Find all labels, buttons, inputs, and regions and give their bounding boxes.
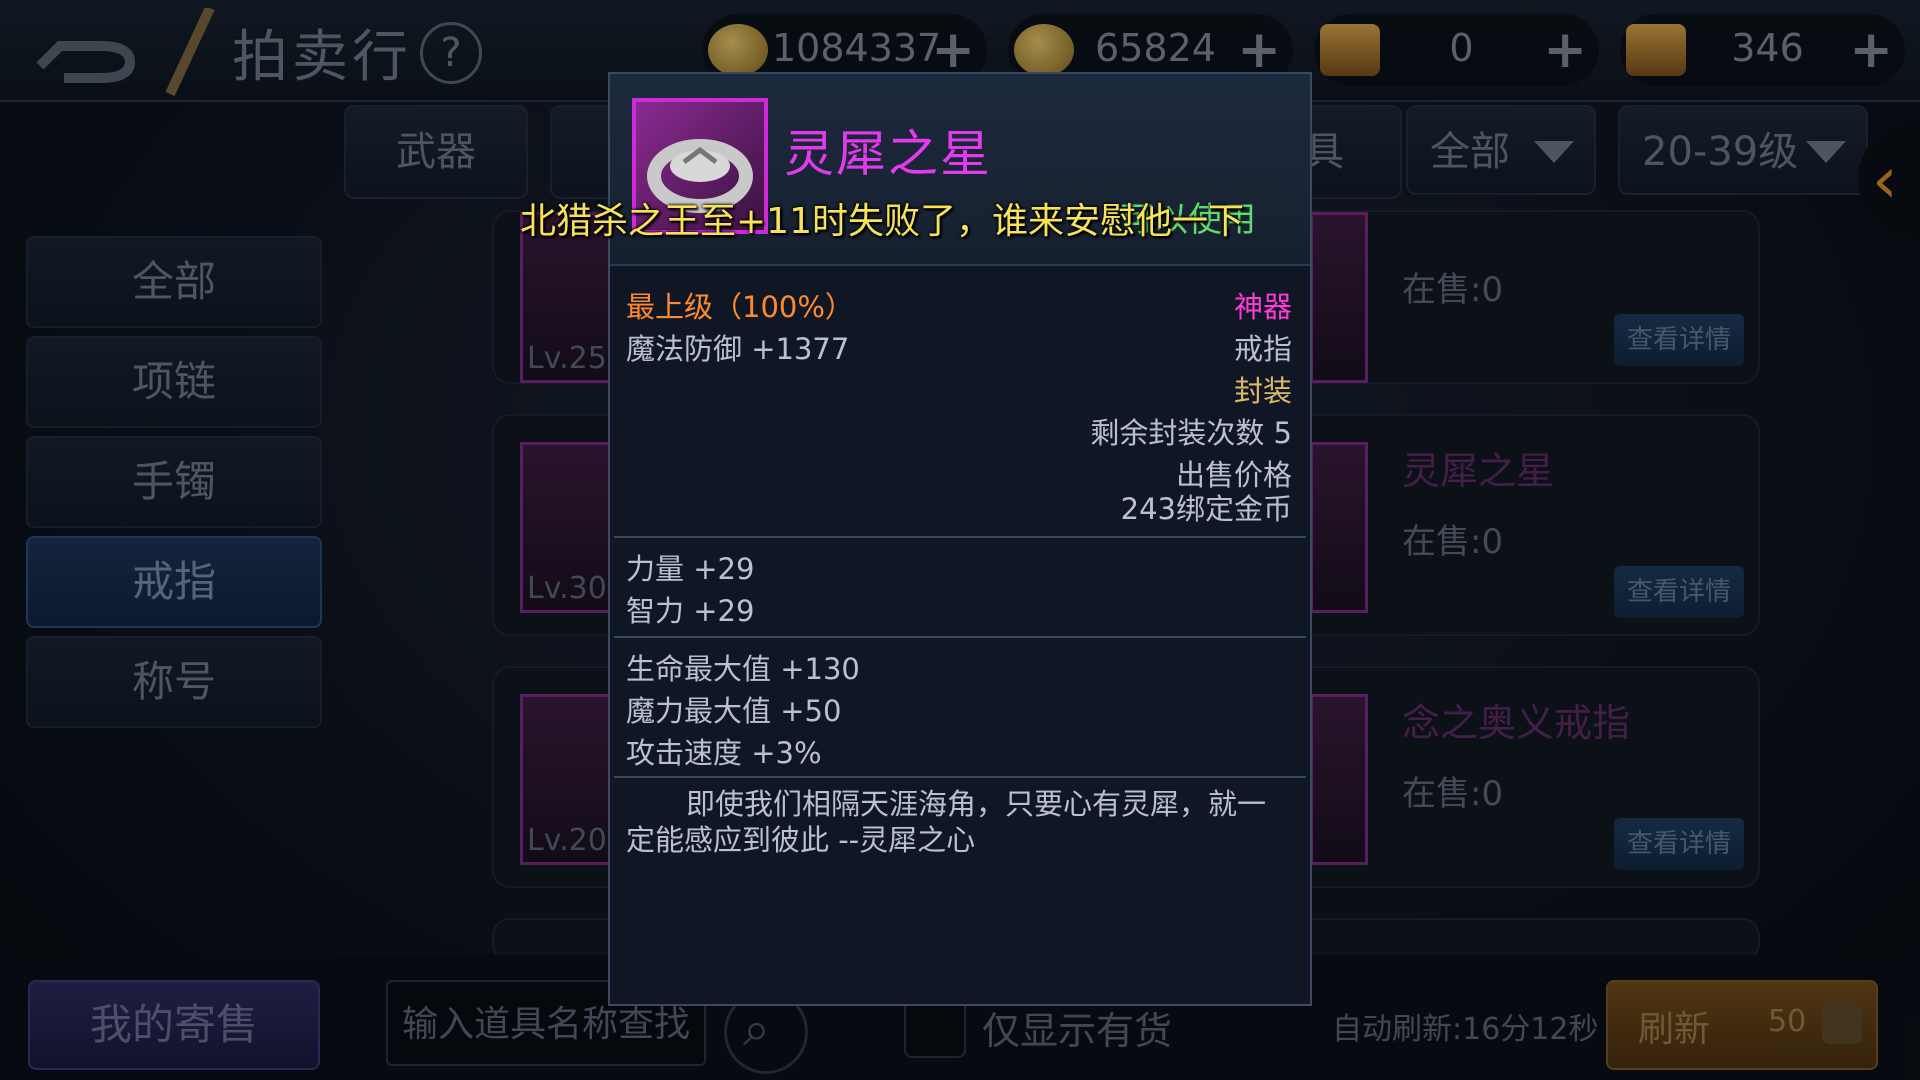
item-type: 戒指 [1233,332,1292,366]
seal-count: 剩余封装次数 5 [1090,416,1292,450]
attr-max-mp: 魔力最大值 +50 [626,694,842,728]
quality-label: 最上级（100%） [626,290,854,324]
item-name: 灵犀之星 [784,125,992,183]
price-value: 243绑定金币 [1120,492,1292,526]
item-description: 即使我们相隔天涯海角，只要心有灵犀，就一定能感应到彼此 --灵犀之心 [626,787,1267,857]
system-broadcast: 北猎杀之王至+11时失败了，谁来安慰他一下 [520,201,1244,242]
attr-max-hp: 生命最大值 +130 [626,652,860,686]
divider [614,776,1306,778]
grade-label: 神器 [1233,290,1292,324]
sealed-label: 封装 [1233,374,1292,408]
divider [614,636,1306,638]
attr-attack-speed: 攻击速度 +3% [626,736,822,770]
attr-intelligence: 智力 +29 [626,594,755,628]
attr-strength: 力量 +29 [626,552,755,586]
main-stat: 魔法防御 +1377 [626,332,850,366]
divider [614,536,1306,538]
